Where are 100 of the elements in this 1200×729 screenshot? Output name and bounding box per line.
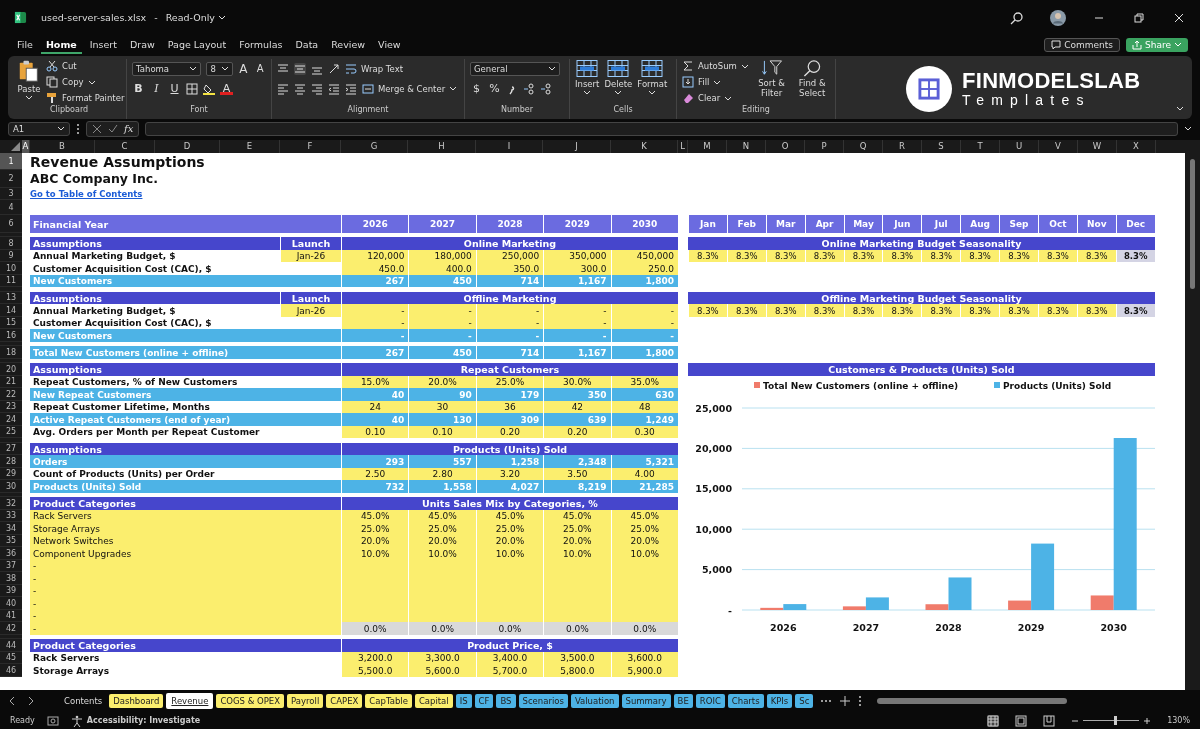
insert-function-button[interactable]: fx <box>124 123 134 135</box>
align-middle-icon[interactable] <box>294 62 306 75</box>
paste-button[interactable]: Paste <box>17 58 41 105</box>
more-options-icon[interactable] <box>858 695 863 708</box>
sheet-tab[interactable]: COGS & OPEX <box>216 694 285 709</box>
menu-tab[interactable]: Insert <box>84 35 122 54</box>
menu-tab[interactable]: Review <box>326 35 371 54</box>
row-number[interactable]: 36 <box>0 547 22 560</box>
row-number[interactable]: 22 <box>0 388 22 401</box>
row-number[interactable]: 2 <box>0 170 22 188</box>
zoom-in-icon[interactable] <box>1143 716 1152 725</box>
italic-button[interactable]: I <box>150 82 163 96</box>
sheet-tab[interactable]: Contents <box>60 694 107 709</box>
restore-icon[interactable] <box>1132 10 1146 25</box>
column-header[interactable]: H <box>408 139 476 153</box>
column-header[interactable]: L <box>678 139 688 153</box>
percent-button[interactable]: % <box>488 82 501 96</box>
menu-tab[interactable]: View <box>373 35 406 54</box>
decrease-font-button[interactable]: A <box>254 63 266 75</box>
sheet-tab[interactable]: Sc <box>795 694 814 709</box>
column-header[interactable]: I <box>476 139 543 153</box>
clear-button[interactable]: Clear <box>682 91 749 105</box>
underline-button[interactable]: U <box>168 82 181 96</box>
column-header[interactable]: T <box>961 139 1000 153</box>
sheet-tab[interactable]: CF <box>474 694 494 709</box>
wrap-text-button[interactable]: Wrap Text <box>345 62 403 76</box>
increase-font-button[interactable]: A <box>237 61 250 76</box>
cells-button[interactable]: Format <box>637 58 668 105</box>
number-format-dropdown[interactable]: General <box>470 61 560 76</box>
sheet-tab[interactable]: BS <box>496 694 516 709</box>
zoom-level[interactable]: 130% <box>1167 716 1190 726</box>
column-header[interactable]: E <box>220 139 280 153</box>
column-header[interactable]: C <box>95 139 155 153</box>
bold-button[interactable]: B <box>132 82 145 96</box>
sheet-tab[interactable]: Valuation <box>570 694 619 709</box>
row-number[interactable]: 40 <box>0 597 22 610</box>
decrease-indent-icon[interactable] <box>328 82 340 95</box>
row-number[interactable]: 18 <box>0 346 22 359</box>
comments-button[interactable]: Comments <box>1044 37 1120 52</box>
row-number[interactable]: 16 <box>0 329 22 342</box>
row-number[interactable]: 20 <box>0 363 22 376</box>
previous-sheet-icon[interactable] <box>8 696 16 707</box>
copy-button[interactable]: Copy <box>46 75 125 89</box>
column-header[interactable]: X <box>1117 139 1156 153</box>
row-number[interactable]: 24 <box>0 413 22 426</box>
column-header[interactable]: M <box>688 139 727 153</box>
sheet-tab[interactable]: Revenue <box>166 693 214 710</box>
row-number[interactable]: 34 <box>0 522 22 535</box>
column-header[interactable]: N <box>727 139 766 153</box>
row-number[interactable]: 10 <box>0 262 22 275</box>
cells-button[interactable]: Delete <box>604 58 633 105</box>
sheet-tab[interactable]: Capital <box>414 694 453 709</box>
row-number[interactable]: 30 <box>0 480 22 493</box>
column-header[interactable]: R <box>883 139 922 153</box>
find-select-button[interactable]: Find & Select <box>794 58 830 105</box>
column-header[interactable]: G <box>341 139 408 153</box>
menu-tab[interactable]: Formulas <box>234 35 288 54</box>
orientation-icon[interactable] <box>328 62 340 75</box>
row-number[interactable]: 44 <box>0 639 22 652</box>
accessibility-button[interactable]: Accessibility: Investigate <box>70 714 201 727</box>
menu-tab[interactable]: Draw <box>125 35 160 54</box>
column-header[interactable]: V <box>1039 139 1078 153</box>
sheet-tab[interactable]: Summary <box>621 694 671 709</box>
sheet-tab[interactable]: Charts <box>727 694 764 709</box>
align-left-icon[interactable] <box>277 82 289 95</box>
merge-center-button[interactable]: Merge & Center <box>362 82 458 96</box>
row-number[interactable]: 42 <box>0 622 22 635</box>
font-size-dropdown[interactable]: 8 <box>206 61 233 76</box>
sheet-tab[interactable]: CAPEX <box>326 694 363 709</box>
name-box[interactable]: A1 <box>8 121 70 136</box>
enter-icon[interactable] <box>108 123 118 134</box>
column-header[interactable]: P <box>805 139 844 153</box>
menu-tab[interactable]: File <box>12 35 38 54</box>
normal-view-icon[interactable] <box>987 714 1000 727</box>
column-header[interactable]: B <box>30 139 95 153</box>
menu-tab[interactable]: Home <box>40 35 82 54</box>
search-icon[interactable] <box>1010 10 1024 25</box>
page-break-icon[interactable] <box>1043 714 1056 727</box>
increase-indent-icon[interactable] <box>345 82 357 95</box>
font-name-dropdown[interactable]: Tahoma <box>132 61 202 76</box>
cancel-icon[interactable] <box>92 123 102 134</box>
row-number[interactable]: 28 <box>0 455 22 468</box>
currency-button[interactable]: $ <box>470 82 483 96</box>
row-number[interactable]: 38 <box>0 572 22 585</box>
row-number[interactable]: 4 <box>0 200 22 216</box>
sheet-tab[interactable]: IS <box>455 694 472 709</box>
fill-color-icon[interactable] <box>203 82 215 95</box>
sheet-tab[interactable]: Dashboard <box>109 694 164 709</box>
sheet-tab[interactable]: Payroll <box>287 694 324 709</box>
column-header[interactable]: S <box>922 139 961 153</box>
column-header[interactable]: O <box>766 139 805 153</box>
read-only-dropdown[interactable]: Read-Only <box>165 12 226 24</box>
column-header[interactable]: U <box>1000 139 1039 153</box>
add-sheet-icon[interactable] <box>839 695 852 708</box>
fill-button[interactable]: Fill <box>682 75 749 89</box>
column-header[interactable]: F <box>280 139 341 153</box>
contents-link[interactable]: Go to Table of Contents <box>30 189 143 199</box>
cells-button[interactable]: Insert <box>575 58 600 105</box>
format-painter-button[interactable]: Format Painter <box>46 91 125 105</box>
sheet-tab[interactable]: KPIs <box>766 694 793 709</box>
